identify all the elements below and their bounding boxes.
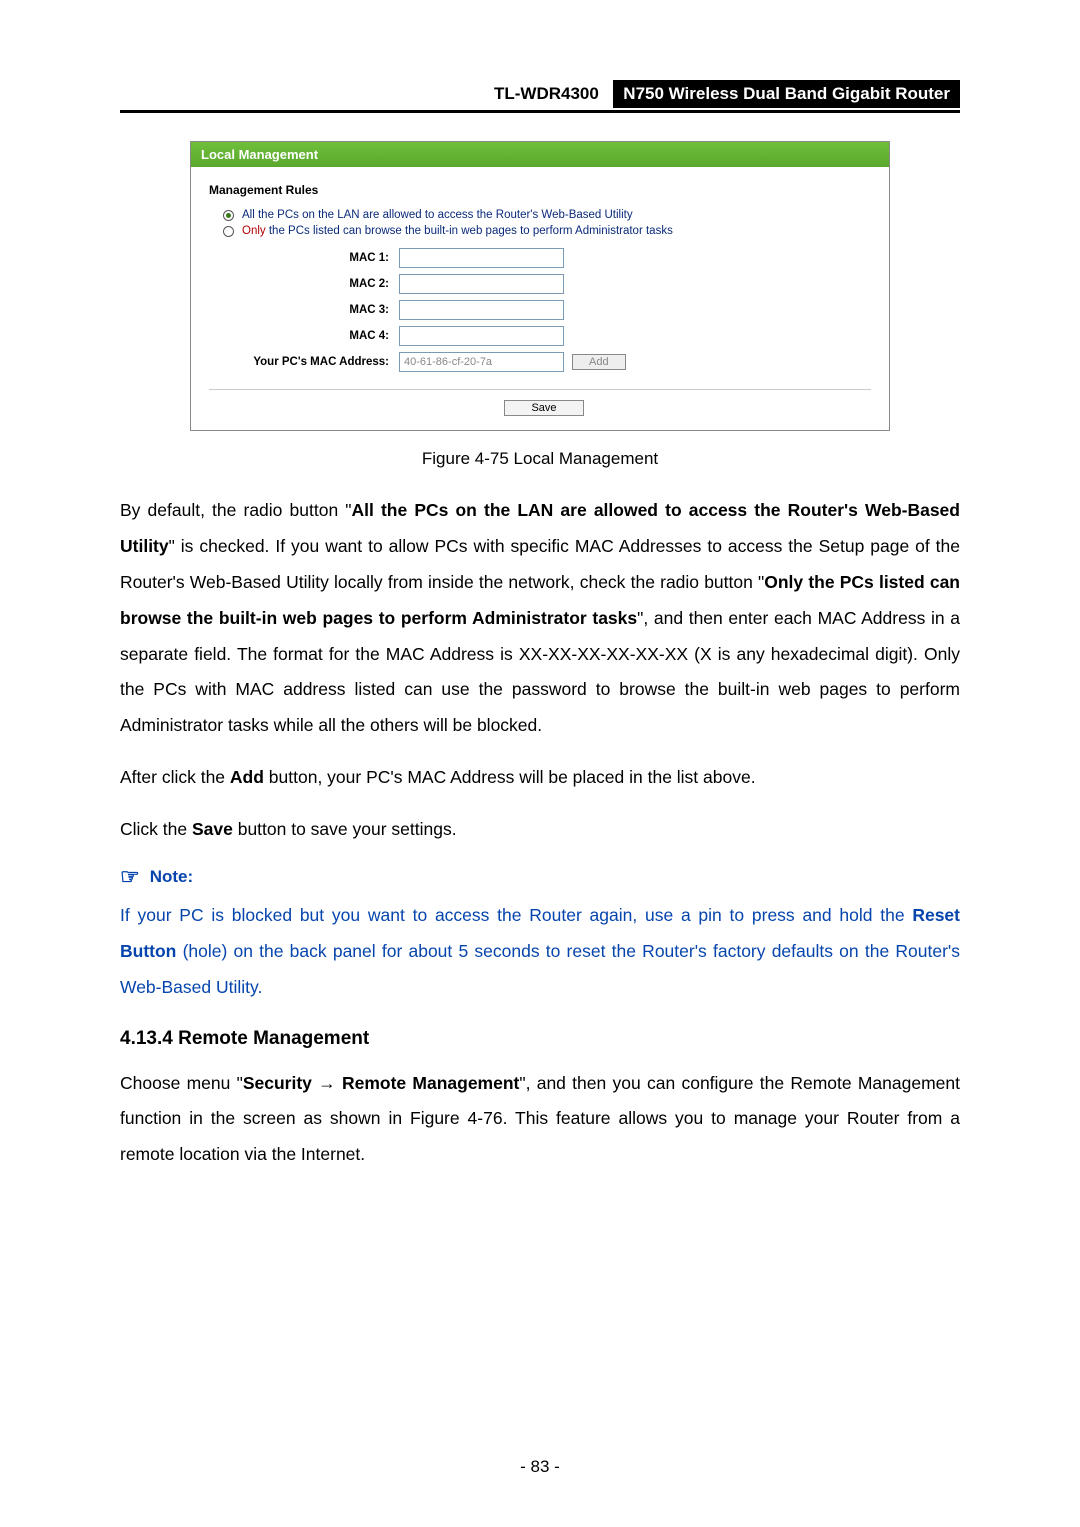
section-heading-remote-management: 4.13.4 Remote Management	[120, 1028, 960, 1050]
note-body: If your PC is blocked but you want to ac…	[120, 898, 960, 1006]
mac4-label: MAC 4:	[209, 330, 399, 342]
note-heading: ☞ Note:	[120, 864, 960, 890]
page-header: TL-WDR4300 N750 Wireless Dual Band Gigab…	[120, 80, 960, 113]
figure-caption: Figure 4-75 Local Management	[120, 449, 960, 469]
model-code: TL-WDR4300	[494, 80, 609, 108]
your-pc-mac-label: Your PC's MAC Address:	[209, 356, 399, 368]
radio-icon	[223, 226, 234, 237]
mac1-input[interactable]	[399, 248, 564, 268]
radio-only-label: Only the PCs listed can browse the built…	[242, 225, 673, 237]
paragraph-default-radio: By default, the radio button "All the PC…	[120, 493, 960, 744]
paragraph-save: Click the Save button to save your setti…	[120, 812, 960, 848]
add-button[interactable]: Add	[572, 354, 626, 370]
mac1-label: MAC 1:	[209, 252, 399, 264]
management-rules-heading: Management Rules	[209, 183, 871, 197]
radio-only-listed[interactable]: Only the PCs listed can browse the built…	[209, 223, 871, 239]
hand-point-icon: ☞	[120, 864, 140, 890]
mac3-label: MAC 3:	[209, 304, 399, 316]
paragraph-remote-management: Choose menu "Security → Remote Managemen…	[120, 1066, 960, 1174]
mac4-input[interactable]	[399, 326, 564, 346]
paragraph-add: After click the Add button, your PC's MA…	[120, 760, 960, 796]
your-pc-mac-input	[399, 352, 564, 372]
mac3-input[interactable]	[399, 300, 564, 320]
radio-all-pcs[interactable]: All the PCs on the LAN are allowed to ac…	[209, 207, 871, 223]
save-button[interactable]: Save	[504, 400, 583, 416]
panel-title: Local Management	[191, 142, 889, 167]
radio-all-label: All the PCs on the LAN are allowed to ac…	[242, 209, 633, 221]
mac2-input[interactable]	[399, 274, 564, 294]
mac2-label: MAC 2:	[209, 278, 399, 290]
router-ui-screenshot: Local Management Management Rules All th…	[190, 141, 890, 431]
page-number: - 83 -	[0, 1457, 1080, 1477]
device-name: N750 Wireless Dual Band Gigabit Router	[613, 80, 960, 108]
radio-icon	[223, 210, 234, 221]
